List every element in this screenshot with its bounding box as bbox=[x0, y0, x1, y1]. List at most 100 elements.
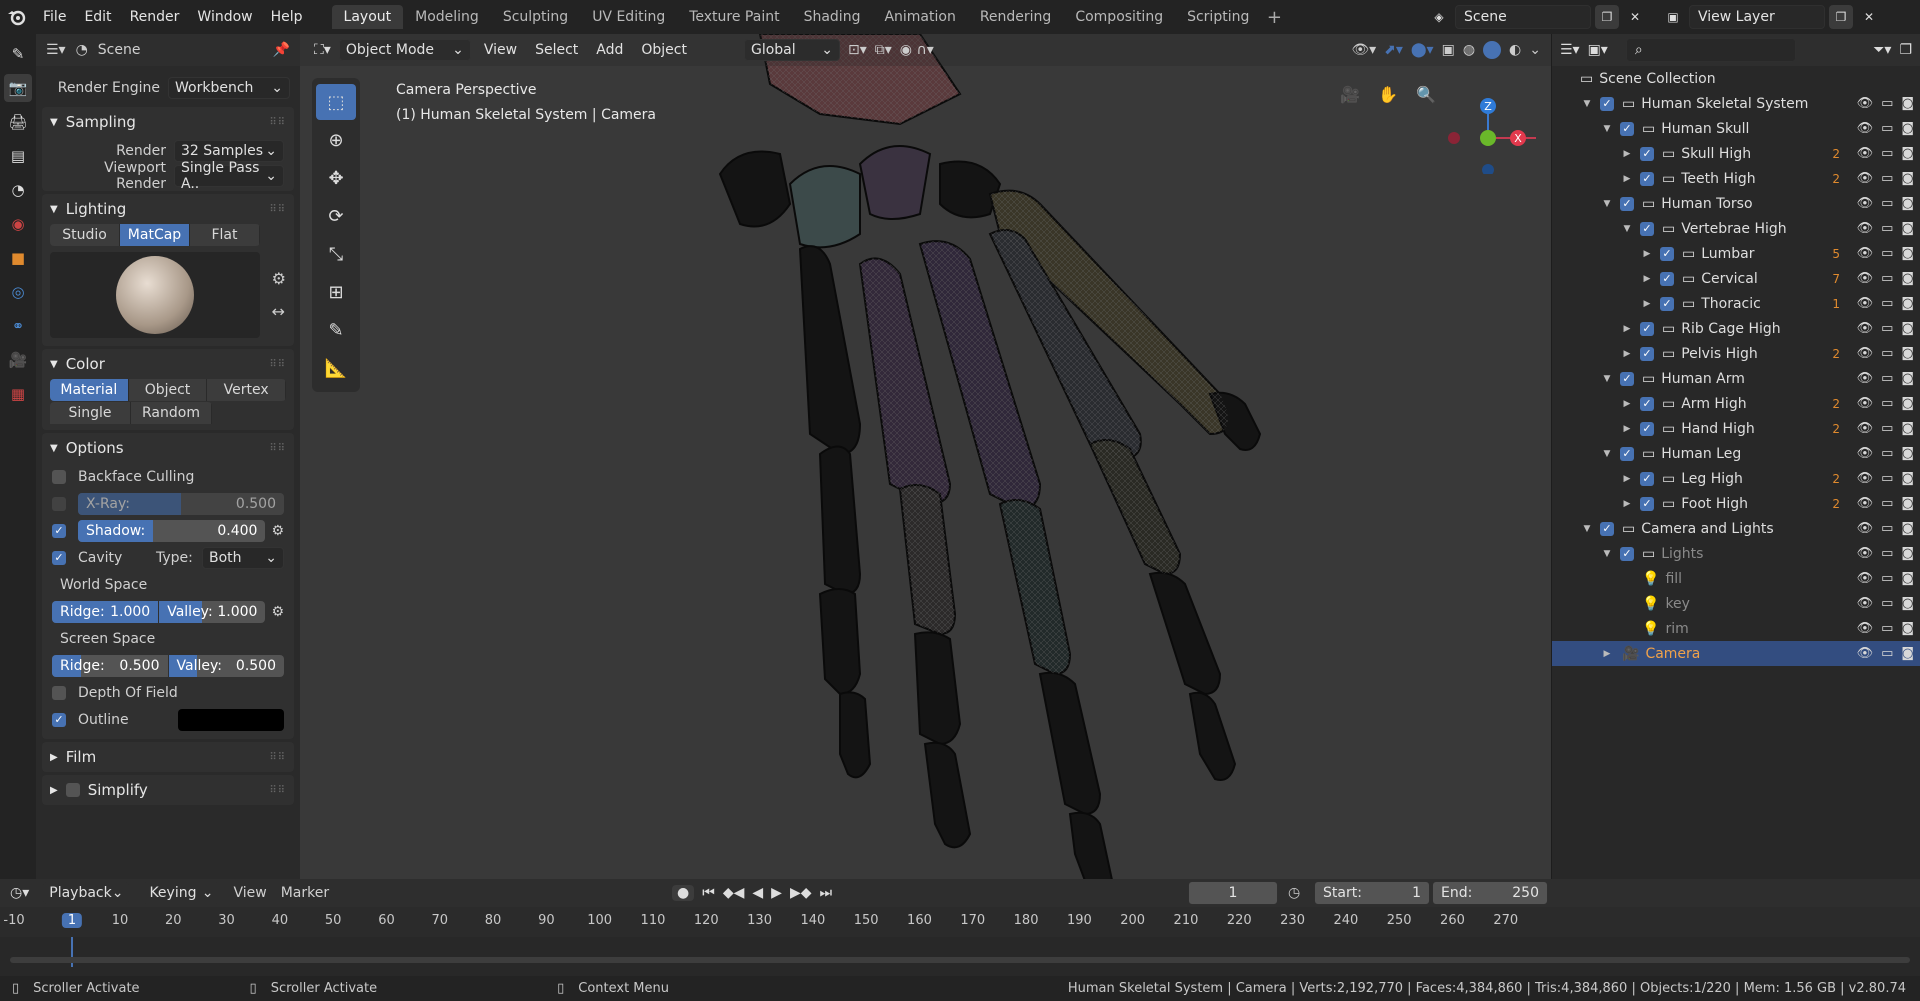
camera-render-icon[interactable]: ◙ bbox=[1901, 471, 1914, 486]
camera-render-icon[interactable]: ◙ bbox=[1901, 371, 1914, 386]
exclude-checkbox[interactable]: ✓ bbox=[1640, 321, 1654, 336]
exclude-checkbox[interactable]: ✓ bbox=[1620, 446, 1634, 461]
eye-icon[interactable]: 👁 bbox=[1857, 446, 1874, 461]
gear-icon[interactable]: ⚙ bbox=[272, 269, 286, 288]
exclude-checkbox[interactable]: ✓ bbox=[1600, 521, 1614, 536]
filter-icon[interactable]: ⏷▾ bbox=[1873, 42, 1891, 58]
chevron-down-icon[interactable]: ▼ bbox=[1600, 549, 1614, 559]
mesh-count-badge[interactable]: 2 bbox=[1832, 147, 1840, 161]
color-random-button[interactable]: Random bbox=[131, 402, 212, 424]
workspace-tab-scripting[interactable]: Scripting bbox=[1175, 5, 1261, 29]
eye-icon[interactable]: 👁 bbox=[1857, 346, 1874, 361]
color-single-button[interactable]: Single bbox=[50, 402, 131, 424]
pin-icon[interactable]: 📌 bbox=[273, 42, 290, 58]
camera-render-icon[interactable]: ◙ bbox=[1901, 246, 1914, 261]
dof-checkbox[interactable] bbox=[52, 685, 66, 700]
camera-render-icon[interactable]: ◙ bbox=[1901, 221, 1914, 236]
eye-icon[interactable]: 👁 bbox=[1857, 321, 1874, 336]
chevron-right-icon[interactable]: ▶ bbox=[1620, 149, 1634, 159]
marker-menu[interactable]: Marker bbox=[281, 885, 329, 901]
outliner-row[interactable]: ▶ ✓ ▭ Skull High 2 👁 ▭ ◙ bbox=[1552, 141, 1920, 166]
camera-render-icon[interactable]: ◙ bbox=[1901, 146, 1914, 161]
camera-render-icon[interactable]: ◙ bbox=[1901, 96, 1914, 111]
camera-render-icon[interactable]: ◙ bbox=[1901, 171, 1914, 186]
mesh-count-badge[interactable]: 2 bbox=[1832, 397, 1840, 411]
outliner-row[interactable]: ▶ ✓ ▭ Foot High 2 👁 ▭ ◙ bbox=[1552, 491, 1920, 516]
eye-icon[interactable]: 👁 bbox=[1857, 621, 1874, 636]
monitor-icon[interactable]: ▭ bbox=[1881, 396, 1893, 411]
workspace-tab-animation[interactable]: Animation bbox=[872, 5, 967, 29]
output-tab-icon[interactable]: 🖨 bbox=[4, 108, 32, 136]
sampling-panel-header[interactable]: ▼ Sampling ⠿⠿ bbox=[42, 107, 294, 137]
timeline-track[interactable] bbox=[0, 937, 1920, 967]
color-vertex-button[interactable]: Vertex bbox=[207, 379, 286, 401]
outliner-row[interactable]: ▶ ✓ ▭ Thoracic 1 👁 ▭ ◙ bbox=[1552, 291, 1920, 316]
monitor-icon[interactable]: ▭ bbox=[1881, 521, 1893, 536]
outliner-row[interactable]: ▶ ✓ ▭ Rib Cage High 👁 ▭ ◙ bbox=[1552, 316, 1920, 341]
snap-icon[interactable]: ⧉▾ bbox=[875, 42, 892, 58]
monitor-icon[interactable]: ▭ bbox=[1881, 171, 1893, 186]
eye-icon[interactable]: 👁 bbox=[1857, 196, 1874, 211]
outliner-row[interactable]: ▼ ✓ ▭ Human Skull 👁 ▭ ◙ bbox=[1552, 116, 1920, 141]
camera-render-icon[interactable]: ◙ bbox=[1901, 446, 1914, 461]
start-frame-field[interactable]: Start: 1 bbox=[1314, 881, 1430, 905]
chevron-down-icon[interactable]: ▼ bbox=[1600, 449, 1614, 459]
exclude-checkbox[interactable]: ✓ bbox=[1640, 471, 1654, 486]
exclude-checkbox[interactable]: ✓ bbox=[1640, 346, 1654, 361]
exclude-checkbox[interactable]: ✓ bbox=[1660, 271, 1674, 286]
lighting-panel-header[interactable]: ▼ Lighting ⠿⠿ bbox=[42, 194, 294, 224]
solid-shading-icon[interactable] bbox=[1483, 41, 1502, 59]
eye-icon[interactable]: 👁 bbox=[1857, 471, 1874, 486]
exclude-checkbox[interactable]: ✓ bbox=[1620, 196, 1634, 211]
monitor-icon[interactable]: ▭ bbox=[1881, 221, 1893, 236]
prev-keyframe-icon[interactable]: ◆◀ bbox=[723, 885, 745, 901]
camera-render-icon[interactable]: ◙ bbox=[1901, 121, 1914, 136]
monitor-icon[interactable]: ▭ bbox=[1881, 296, 1893, 311]
cursor-icon[interactable]: ⊕ bbox=[316, 122, 356, 158]
eye-icon[interactable]: 👁 bbox=[1857, 596, 1874, 611]
exclude-checkbox[interactable]: ✓ bbox=[1600, 96, 1614, 111]
texture-tab-icon[interactable]: ▦ bbox=[4, 380, 32, 408]
eye-icon[interactable]: 👁 bbox=[1857, 571, 1874, 586]
workspace-tab-shading[interactable]: Shading bbox=[792, 5, 873, 29]
viewport-object-menu[interactable]: Object bbox=[636, 42, 692, 58]
exclude-checkbox[interactable]: ✓ bbox=[1620, 546, 1634, 561]
jump-start-icon[interactable]: ⏮ bbox=[702, 885, 715, 901]
simplify-checkbox[interactable] bbox=[65, 783, 80, 797]
eye-icon[interactable]: 👁 bbox=[1857, 496, 1874, 511]
outliner-row[interactable]: ▶ 🎥 Camera 👁 ▭ ◙ bbox=[1552, 641, 1920, 666]
measure-icon[interactable]: 📐 bbox=[316, 350, 356, 386]
exclude-checkbox[interactable]: ✓ bbox=[1620, 371, 1634, 386]
mesh-count-badge[interactable]: 5 bbox=[1832, 247, 1840, 261]
camera-render-icon[interactable]: ◙ bbox=[1901, 646, 1914, 661]
delete-view-layer-icon[interactable]: ✕ bbox=[1857, 5, 1881, 29]
display-mode-icon[interactable]: ▣▾ bbox=[1588, 42, 1608, 58]
monitor-icon[interactable]: ▭ bbox=[1881, 446, 1893, 461]
outliner-row[interactable]: ▶ ✓ ▭ Hand High 2 👁 ▭ ◙ bbox=[1552, 416, 1920, 441]
monitor-icon[interactable]: ▭ bbox=[1881, 371, 1893, 386]
world-ridge-slider[interactable]: Ridge: 1.000 bbox=[52, 600, 159, 623]
viewport-add-menu[interactable]: Add bbox=[591, 42, 628, 58]
exclude-checkbox[interactable]: ✓ bbox=[1660, 296, 1674, 311]
viewport-select-menu[interactable]: Select bbox=[530, 42, 583, 58]
outliner-row[interactable]: ▼ ✓ ▭ Camera and Lights 👁 ▭ ◙ bbox=[1552, 516, 1920, 541]
camera-render-icon[interactable]: ◙ bbox=[1901, 521, 1914, 536]
exclude-checkbox[interactable]: ✓ bbox=[1640, 146, 1654, 161]
eye-icon[interactable]: 👁 bbox=[1857, 546, 1874, 561]
menu-window[interactable]: Window bbox=[188, 9, 261, 25]
exclude-checkbox[interactable]: ✓ bbox=[1640, 496, 1654, 511]
mesh-count-badge[interactable]: 2 bbox=[1832, 172, 1840, 186]
cavity-checkbox[interactable]: ✓ bbox=[52, 550, 66, 565]
chevron-right-icon[interactable]: ▶ bbox=[1640, 299, 1654, 309]
editor-type-icon[interactable]: ☰▾ bbox=[46, 42, 66, 58]
shadow-checkbox[interactable]: ✓ bbox=[52, 523, 66, 538]
camera-render-icon[interactable]: ◙ bbox=[1901, 546, 1914, 561]
viewport-view-menu[interactable]: View bbox=[479, 42, 522, 58]
gear-icon[interactable]: ⚙ bbox=[271, 604, 284, 620]
add-workspace-button[interactable]: + bbox=[1261, 7, 1287, 28]
render-samples-dropdown[interactable]: 32 Samples ⌄ bbox=[174, 139, 284, 162]
camera-render-icon[interactable]: ◙ bbox=[1901, 396, 1914, 411]
monitor-icon[interactable]: ▭ bbox=[1881, 546, 1893, 561]
tool-tab-icon[interactable]: ✎ bbox=[4, 40, 32, 68]
screen-valley-slider[interactable]: Valley: 0.500 bbox=[168, 654, 284, 677]
